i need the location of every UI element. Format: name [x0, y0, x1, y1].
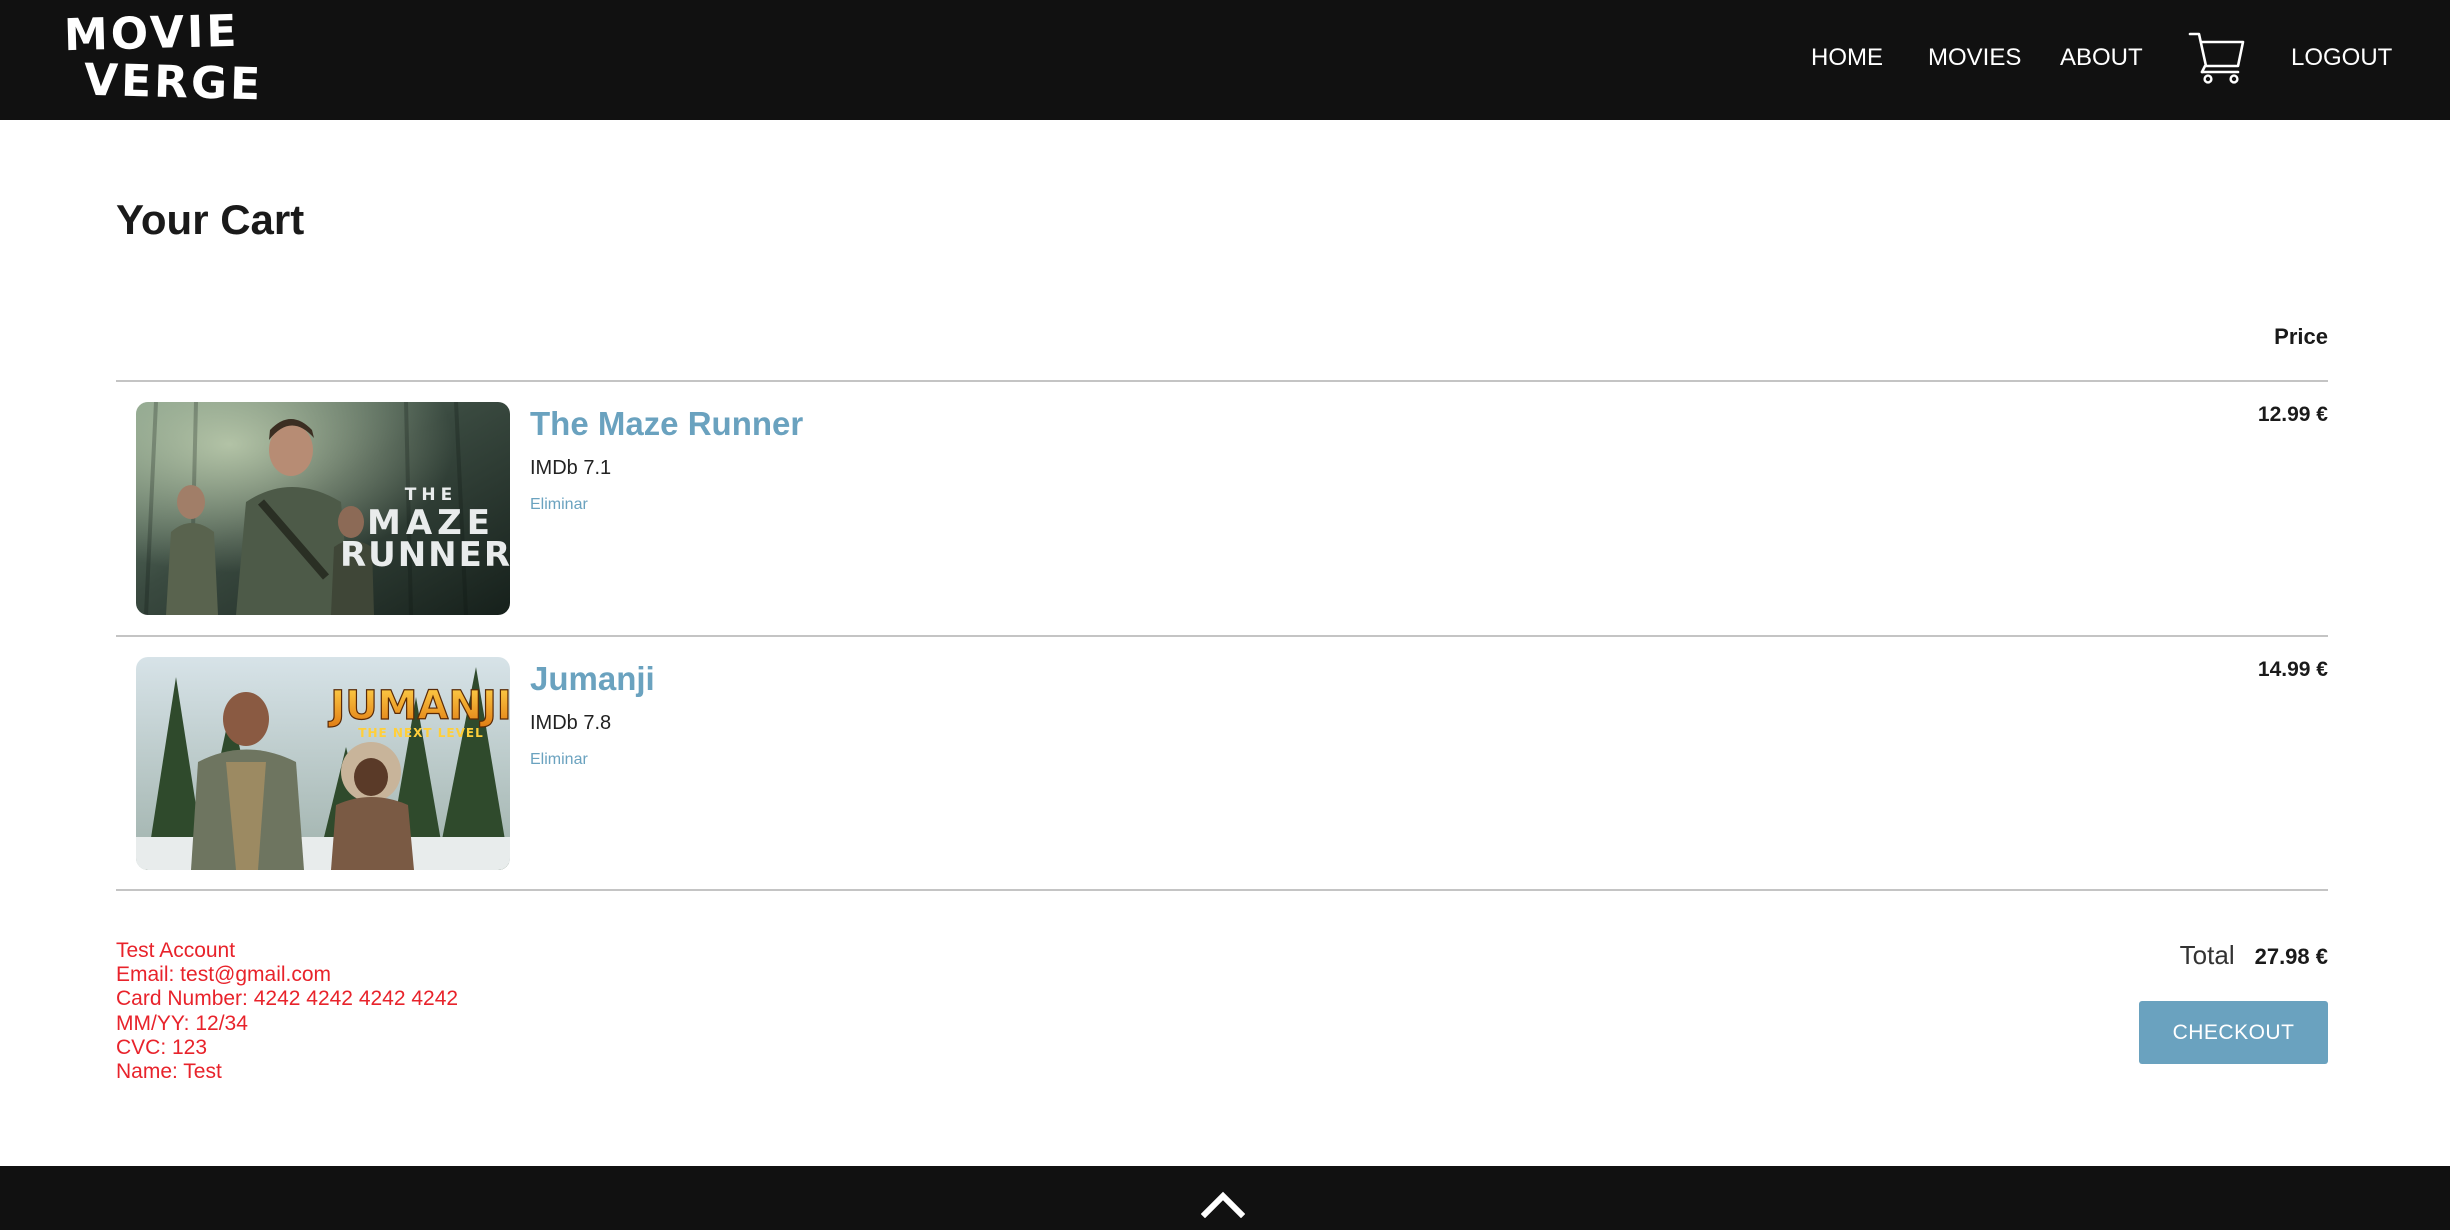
- test-account-line: Test Account: [116, 939, 236, 962]
- remove-item-link[interactable]: Eliminar: [530, 749, 588, 771]
- test-name-line: Name: Test: [116, 1060, 222, 1084]
- chevron-up-icon[interactable]: [1200, 1188, 1246, 1219]
- nav-movies-link[interactable]: MOVIES: [1928, 40, 2021, 76]
- cart-total: Total 27.98 €: [2180, 940, 2328, 971]
- total-value: 27.98 €: [2254, 944, 2328, 969]
- movie-poster-image-jumanji: JUMANJI THE NEXT LEVEL: [136, 657, 510, 870]
- test-expiry-line: MM/YY: 12/34: [116, 1011, 248, 1035]
- movie-rating: IMDb 7.8: [530, 712, 612, 734]
- svg-text:RUNNER: RUNNER: [340, 535, 510, 575]
- movie-poster-image[interactable]: JUMANJI THE NEXT LEVEL: [136, 657, 510, 870]
- item-price: 12.99 €: [2257, 403, 2328, 426]
- navbar: MOVIE VERGE HOME MOVIES ABOUT LOGOUT: [0, 0, 2450, 120]
- svg-text:JUMANJI: JUMANJI: [327, 683, 510, 729]
- cart-item: THE MAZE RUNNER The Maze Runner IMDb 7.1…: [116, 382, 2328, 636]
- footer: [0, 1166, 2450, 1230]
- divider: [116, 889, 2328, 891]
- test-account-info: Test Account Email: test@gmail.com Card …: [116, 939, 458, 1084]
- movie-poster-image-maze-runner: THE MAZE RUNNER: [136, 402, 510, 615]
- price-column-header: Price: [2274, 324, 2328, 349]
- movie-title-link[interactable]: The Maze Runner: [530, 402, 803, 446]
- movie-rating: IMDb 7.1: [530, 457, 612, 479]
- cart-icon[interactable]: [2188, 28, 2246, 84]
- test-card-number-line: Card Number: 4242 4242 4242 4242: [116, 987, 459, 1011]
- svg-text:THE NEXT LEVEL: THE NEXT LEVEL: [358, 726, 483, 740]
- total-label: Total: [2179, 940, 2235, 970]
- test-email-line: Email: test@gmail.com: [116, 963, 332, 987]
- test-cvc-line: CVC: 123: [116, 1035, 208, 1059]
- remove-item-link[interactable]: Eliminar: [530, 494, 588, 516]
- nav-home-link[interactable]: HOME: [1811, 40, 1883, 76]
- checkout-button[interactable]: CHECKOUT: [2139, 1001, 2328, 1064]
- svg-text:THE: THE: [405, 485, 457, 505]
- item-price: 14.99 €: [2257, 658, 2328, 681]
- movie-poster-image[interactable]: THE MAZE RUNNER: [136, 402, 510, 615]
- main-nav: HOME MOVIES ABOUT LOGOUT: [0, 0, 2450, 120]
- nav-about-link[interactable]: ABOUT: [2060, 40, 2143, 76]
- movie-title-link[interactable]: Jumanji: [530, 657, 655, 701]
- nav-logout-link[interactable]: LOGOUT: [2291, 40, 2392, 76]
- cart-item: JUMANJI THE NEXT LEVEL Jumanji IMDb 7.8 …: [116, 637, 2328, 891]
- page-title: Your Cart: [116, 196, 305, 243]
